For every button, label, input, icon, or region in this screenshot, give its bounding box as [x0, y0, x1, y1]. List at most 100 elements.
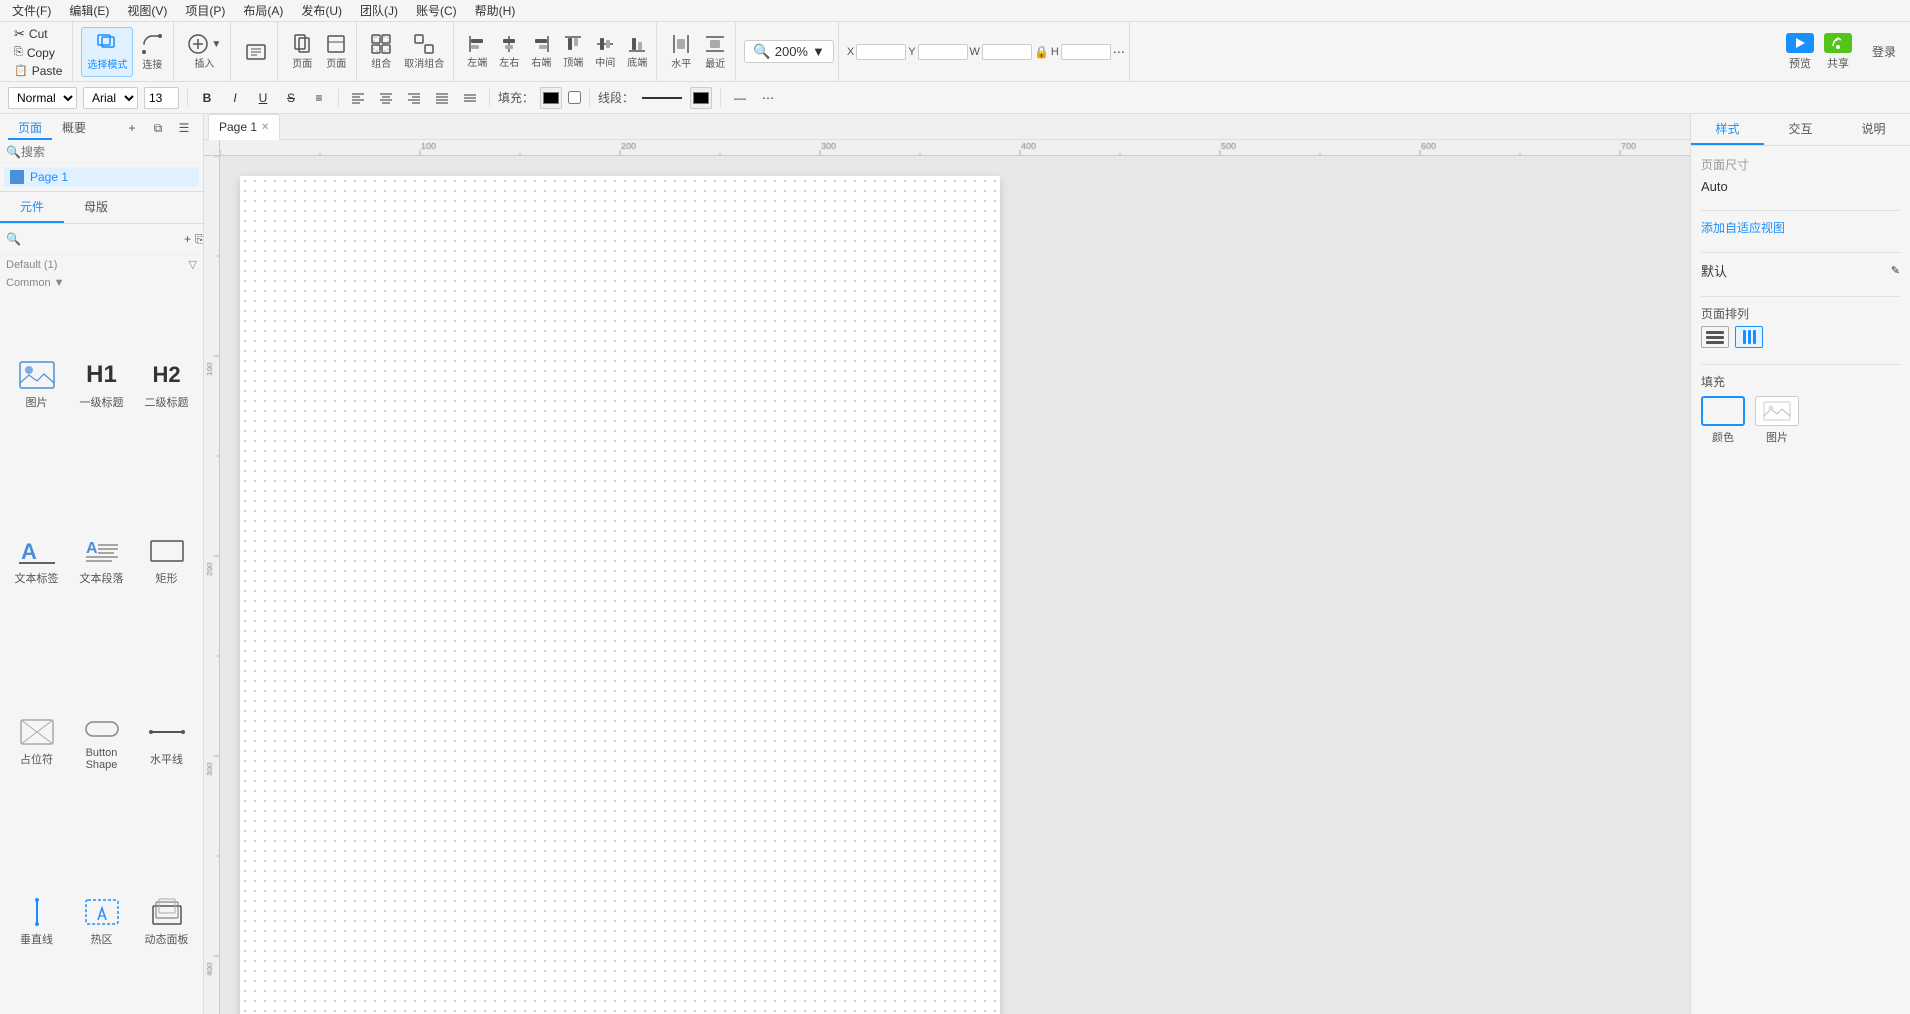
cut-button[interactable]: ✂ Cut	[10, 24, 66, 44]
collapse-icon[interactable]: ▽	[189, 258, 197, 271]
comp-text-label[interactable]: A 文本标签	[6, 475, 67, 648]
fill-checkbox[interactable]	[568, 91, 581, 104]
align-bottom-button[interactable]: 底端	[622, 27, 652, 77]
comp-rect[interactable]: 矩形	[136, 475, 197, 648]
align-middle-button[interactable]: 中间	[590, 27, 620, 77]
font-size-input[interactable]	[144, 87, 179, 109]
h-input[interactable]	[1061, 44, 1111, 60]
italic-button[interactable]: I	[224, 87, 246, 109]
comp-hline[interactable]: 水平线	[136, 651, 197, 832]
list-button[interactable]: ≡	[308, 87, 330, 109]
align-middle-icon	[595, 34, 615, 54]
image-label: 图片	[26, 394, 48, 410]
stroke-color-picker[interactable]	[690, 87, 712, 109]
align-center-button[interactable]: 左右	[494, 27, 524, 77]
menu-view[interactable]: 视图(V)	[119, 0, 175, 21]
align-left-button[interactable]: 左端	[462, 27, 492, 77]
page-tab-1[interactable]: Page 1 ✕	[208, 114, 280, 140]
menu-project[interactable]: 项目(P)	[177, 0, 233, 21]
comp-dynamic[interactable]: 动态面板	[136, 836, 197, 1009]
desc-tab[interactable]: 说明	[1837, 114, 1910, 145]
arrange-vertical-icon[interactable]	[1701, 326, 1729, 348]
svg-text:A: A	[86, 540, 98, 557]
outline-group	[235, 22, 278, 81]
y-input[interactable]	[918, 44, 968, 60]
align-right-button[interactable]: 右端	[526, 27, 556, 77]
menu-edit[interactable]: 编辑(E)	[61, 0, 117, 21]
tab-close-icon[interactable]: ✕	[261, 122, 269, 133]
page-item[interactable]: Page 1	[4, 167, 199, 187]
group-button[interactable]: 组合	[365, 27, 397, 77]
arrange-horizontal-icon[interactable]	[1735, 326, 1763, 348]
stroke-options[interactable]: ⋯	[757, 87, 779, 109]
preview-button[interactable]: 预览	[1786, 33, 1814, 71]
menu-help[interactable]: 帮助(H)	[467, 0, 524, 21]
share-button[interactable]: 共享	[1824, 33, 1852, 71]
page-options-icon[interactable]: ⧉	[147, 117, 169, 139]
distribute-v-icon	[704, 33, 726, 55]
font-family-select[interactable]: Arial	[83, 87, 138, 109]
connect-button[interactable]: 连接	[135, 27, 169, 77]
h-ruler	[220, 140, 1690, 155]
menu-publish[interactable]: 发布(U)	[293, 0, 350, 21]
ungroup-icon	[413, 33, 435, 55]
distribute-v-button[interactable]: 最近	[699, 27, 731, 77]
comp-vline[interactable]: 垂直线	[6, 836, 67, 1009]
x-input[interactable]	[856, 44, 906, 60]
comp-h1[interactable]: H1 一级标题	[71, 298, 132, 471]
style-tab[interactable]: 样式	[1691, 114, 1764, 145]
fill-image-option[interactable]: 图片	[1755, 396, 1799, 445]
text-align-justify[interactable]	[431, 87, 453, 109]
comp-search-input[interactable]	[25, 232, 180, 246]
comp-tabs: 元件 母版	[0, 192, 203, 224]
interact-tab[interactable]: 交互	[1764, 114, 1837, 145]
default-edit-icon[interactable]: ✎	[1891, 264, 1900, 277]
adaptive-link[interactable]: 添加自适应视图	[1701, 221, 1785, 235]
page-search-input[interactable]	[21, 145, 197, 159]
text-align-right[interactable]	[403, 87, 425, 109]
add-page-icon[interactable]: +	[121, 117, 143, 139]
comp-placeholder[interactable]: 占位符	[6, 651, 67, 832]
menu-account[interactable]: 账号(C)	[408, 0, 465, 21]
distribute-h-button[interactable]: 水平	[665, 27, 697, 77]
strikethrough-button[interactable]: S	[280, 87, 302, 109]
page2-button[interactable]: 页面	[320, 27, 352, 77]
text-align-center[interactable]	[375, 87, 397, 109]
menu-layout[interactable]: 布局(A)	[235, 0, 291, 21]
masters-tab[interactable]: 母版	[64, 192, 128, 223]
zoom-control[interactable]: 🔍 200% ▼	[744, 40, 834, 63]
page-menu-icon[interactable]: ☰	[173, 117, 195, 139]
fill-color-picker[interactable]	[540, 87, 562, 109]
font-style-select[interactable]: Normal	[8, 87, 77, 109]
outline-button[interactable]	[239, 27, 273, 77]
comp-text-para[interactable]: A 文本段落	[71, 475, 132, 648]
outline-tab[interactable]: 概要	[52, 117, 96, 140]
pages-tab[interactable]: 页面	[8, 117, 52, 140]
menu-team[interactable]: 团队(J)	[352, 0, 406, 21]
login-button[interactable]: 登录	[1862, 39, 1906, 64]
align-top-button[interactable]: 顶端	[558, 27, 588, 77]
components-tab[interactable]: 元件	[0, 192, 64, 223]
copy-button[interactable]: ⎘ Copy	[10, 44, 66, 62]
text-align-justify2[interactable]	[459, 87, 481, 109]
paste-button[interactable]: 📋 Paste	[10, 62, 66, 80]
comp-copy-icon[interactable]: ⎘	[195, 228, 203, 250]
insert-button[interactable]: ▼ 插入	[182, 27, 226, 77]
menu-file[interactable]: 文件(F)	[4, 0, 59, 21]
text-align-left[interactable]	[347, 87, 369, 109]
comp-image[interactable]: 图片	[6, 298, 67, 471]
comp-button-shape[interactable]: Button Shape	[71, 651, 132, 832]
canvas-scroll[interactable]	[220, 156, 1690, 1014]
comp-h2[interactable]: H2 二级标题	[136, 298, 197, 471]
underline-button[interactable]: U	[252, 87, 274, 109]
comp-hotspot[interactable]: 热区	[71, 836, 132, 1009]
fill-color-option[interactable]: 颜色	[1701, 396, 1745, 445]
ungroup-button[interactable]: 取消组合	[399, 27, 449, 77]
bold-button[interactable]: B	[196, 87, 218, 109]
select-mode-button[interactable]: 选择模式	[81, 27, 133, 77]
page-button[interactable]: 页面	[286, 27, 318, 77]
stroke-none[interactable]: —	[729, 87, 751, 109]
dot-grid	[240, 176, 1000, 1014]
w-input[interactable]	[982, 44, 1032, 60]
comp-add-icon[interactable]: +	[184, 228, 191, 250]
